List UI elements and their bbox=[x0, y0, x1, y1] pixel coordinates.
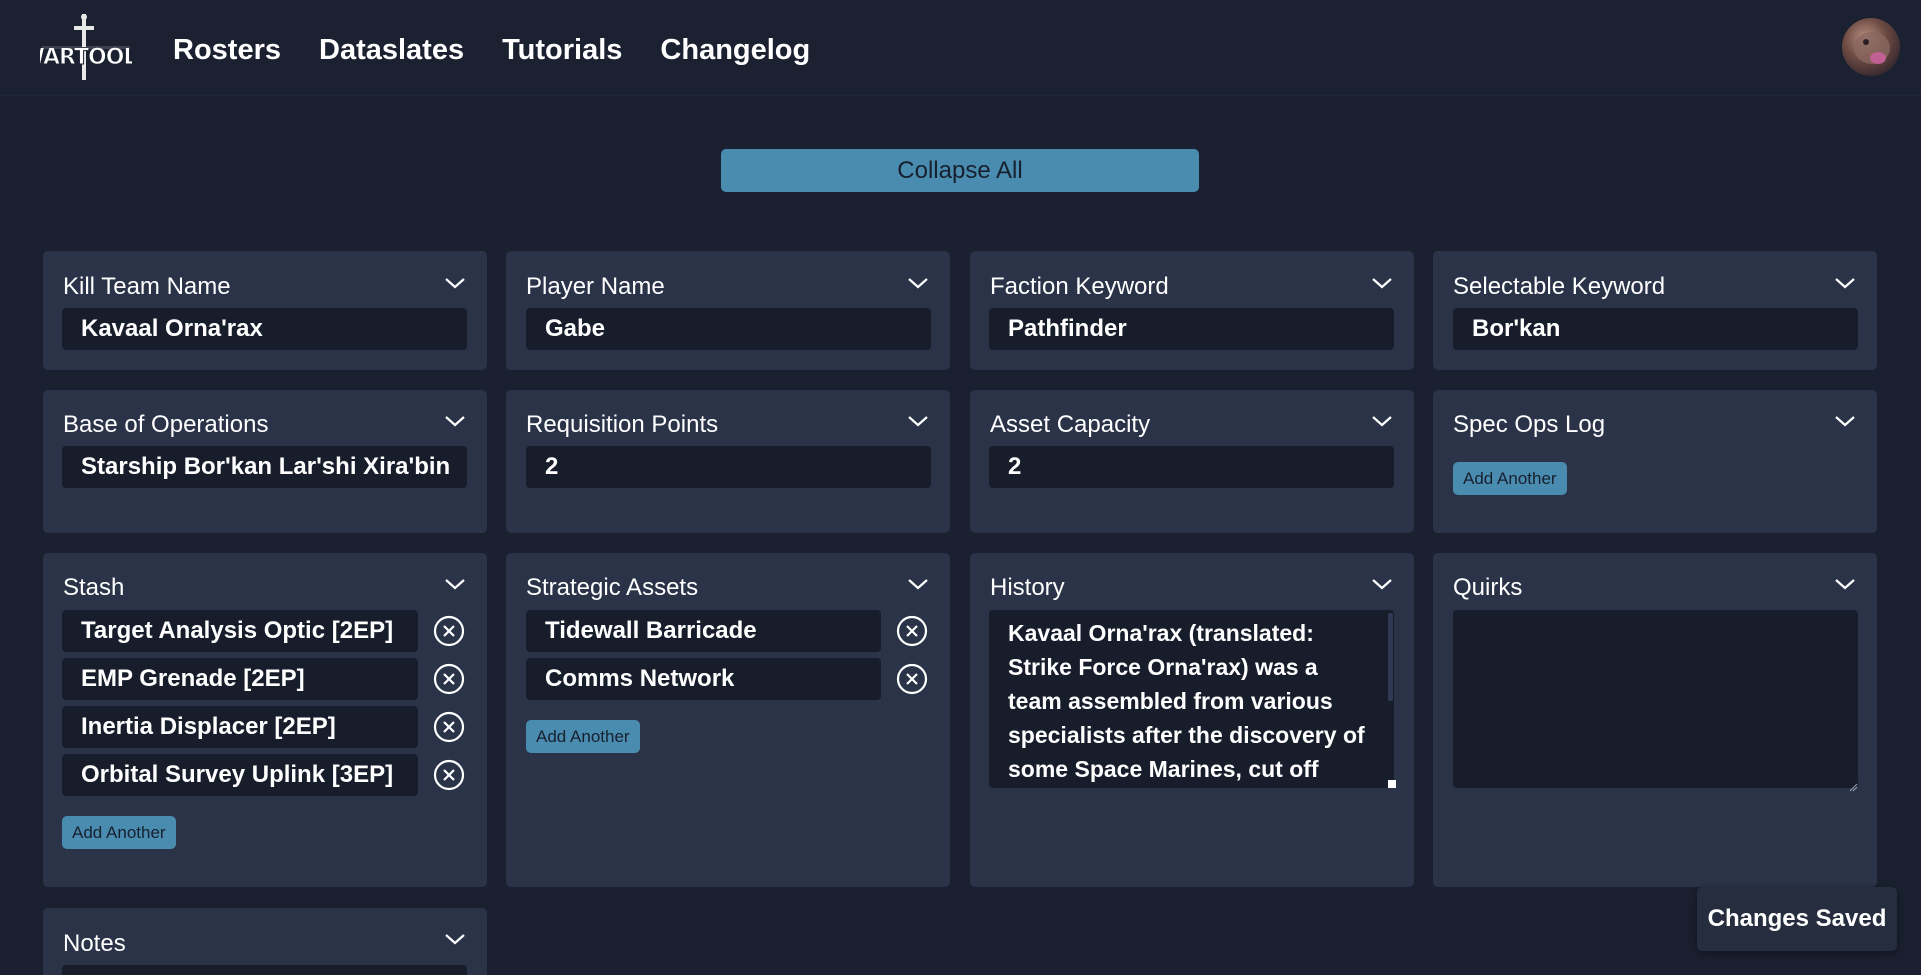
strategic-assets-card: Strategic Assets Tidewall Barricade Comm… bbox=[506, 553, 950, 887]
collapse-all-button[interactable]: Collapse All bbox=[721, 149, 1199, 192]
quirks-card: Quirks bbox=[1433, 553, 1877, 887]
history-label: History bbox=[990, 574, 1065, 601]
chevron-down-icon[interactable] bbox=[1833, 275, 1857, 291]
kill-team-name-card: Kill Team Name Kavaal Orna'rax bbox=[43, 251, 487, 370]
spec-ops-log-card: Spec Ops Log Add Another bbox=[1433, 390, 1877, 533]
history-textarea[interactable]: Kavaal Orna'rax (translated: Strike Forc… bbox=[989, 610, 1394, 788]
chevron-down-icon[interactable] bbox=[906, 275, 930, 291]
close-circle-icon[interactable] bbox=[896, 615, 928, 647]
strategic-assets-label: Strategic Assets bbox=[526, 574, 699, 601]
stash-item[interactable]: EMP Grenade [2EP] bbox=[62, 658, 418, 700]
nav-link-rosters[interactable]: Rosters bbox=[173, 30, 281, 70]
user-avatar[interactable] bbox=[1842, 18, 1900, 76]
chevron-down-icon[interactable] bbox=[1370, 275, 1394, 291]
close-circle-icon[interactable] bbox=[433, 759, 465, 791]
chevron-down-icon[interactable] bbox=[443, 931, 467, 947]
kill-team-name-label: Kill Team Name bbox=[63, 273, 231, 300]
chevron-down-icon[interactable] bbox=[1833, 413, 1857, 429]
close-circle-icon[interactable] bbox=[433, 711, 465, 743]
faction-keyword-input[interactable]: Pathfinder bbox=[989, 308, 1394, 350]
requisition-points-label: Requisition Points bbox=[526, 411, 719, 438]
nav-link-tutorials[interactable]: Tutorials bbox=[502, 30, 622, 70]
chevron-down-icon[interactable] bbox=[1370, 413, 1394, 429]
stash-card: Stash Target Analysis Optic [2EP] EMP Gr… bbox=[43, 553, 487, 887]
notes-label: Notes bbox=[63, 930, 126, 957]
spec-ops-add-another-button[interactable]: Add Another bbox=[1453, 462, 1567, 495]
nav-links: Rosters Dataslates Tutorials Changelog bbox=[173, 30, 810, 70]
selectable-keyword-input[interactable]: Bor'kan bbox=[1453, 308, 1858, 350]
kill-team-name-input[interactable]: Kavaal Orna'rax bbox=[62, 308, 467, 350]
quirks-label: Quirks bbox=[1453, 574, 1523, 601]
chevron-down-icon[interactable] bbox=[443, 576, 467, 592]
nav-link-changelog[interactable]: Changelog bbox=[660, 30, 810, 70]
wartools-logo[interactable]: WARTOOLS bbox=[20, 14, 153, 82]
notes-card: Notes bbox=[43, 908, 487, 975]
chevron-down-icon[interactable] bbox=[443, 275, 467, 291]
faction-keyword-card: Faction Keyword Pathfinder bbox=[970, 251, 1414, 370]
player-name-card: Player Name Gabe bbox=[506, 251, 950, 370]
requisition-points-input[interactable]: 2 bbox=[526, 446, 931, 488]
asset-capacity-label: Asset Capacity bbox=[990, 411, 1151, 438]
spec-ops-log-label: Spec Ops Log bbox=[1453, 411, 1606, 438]
resize-grip-icon[interactable] bbox=[1849, 779, 1858, 792]
stash-add-another-button[interactable]: Add Another bbox=[62, 816, 176, 849]
selectable-keyword-label: Selectable Keyword bbox=[1453, 273, 1666, 300]
player-name-input[interactable]: Gabe bbox=[526, 308, 931, 350]
faction-keyword-label: Faction Keyword bbox=[990, 273, 1169, 300]
asset-capacity-card: Asset Capacity 2 bbox=[970, 390, 1414, 533]
strategic-asset-item[interactable]: Comms Network bbox=[526, 658, 881, 700]
chevron-down-icon[interactable] bbox=[906, 413, 930, 429]
history-card: History Kavaal Orna'rax (translated: Str… bbox=[970, 553, 1414, 887]
top-navbar: WARTOOLS Rosters Dataslates Tutorials Ch… bbox=[0, 0, 1921, 96]
base-of-operations-card: Base of Operations Starship Bor'kan Lar'… bbox=[43, 390, 487, 533]
close-circle-icon[interactable] bbox=[896, 663, 928, 695]
stash-item[interactable]: Target Analysis Optic [2EP] bbox=[62, 610, 418, 652]
notes-textarea[interactable] bbox=[62, 965, 467, 975]
chevron-down-icon[interactable] bbox=[1370, 576, 1394, 592]
resize-grip-icon[interactable] bbox=[1388, 780, 1396, 788]
close-circle-icon[interactable] bbox=[433, 615, 465, 647]
changes-saved-toast: Changes Saved bbox=[1697, 887, 1897, 951]
close-circle-icon[interactable] bbox=[433, 663, 465, 695]
strategic-assets-add-another-button[interactable]: Add Another bbox=[526, 720, 640, 753]
stash-item[interactable]: Orbital Survey Uplink [3EP] bbox=[62, 754, 418, 796]
quirks-textarea[interactable] bbox=[1453, 610, 1858, 788]
history-scrollbar[interactable] bbox=[1388, 613, 1393, 701]
stash-label: Stash bbox=[63, 574, 125, 601]
player-name-label: Player Name bbox=[526, 273, 665, 300]
asset-capacity-input[interactable]: 2 bbox=[989, 446, 1394, 488]
stash-item[interactable]: Inertia Displacer [2EP] bbox=[62, 706, 418, 748]
base-of-operations-label: Base of Operations bbox=[63, 411, 269, 438]
chevron-down-icon[interactable] bbox=[906, 576, 930, 592]
base-of-operations-input[interactable]: Starship Bor'kan Lar'shi Xira'bin bbox=[62, 446, 467, 488]
strategic-asset-item[interactable]: Tidewall Barricade bbox=[526, 610, 881, 652]
chevron-down-icon[interactable] bbox=[1833, 576, 1857, 592]
selectable-keyword-card: Selectable Keyword Bor'kan bbox=[1433, 251, 1877, 370]
chevron-down-icon[interactable] bbox=[443, 413, 467, 429]
requisition-points-card: Requisition Points 2 bbox=[506, 390, 950, 533]
nav-link-dataslates[interactable]: Dataslates bbox=[319, 30, 464, 70]
